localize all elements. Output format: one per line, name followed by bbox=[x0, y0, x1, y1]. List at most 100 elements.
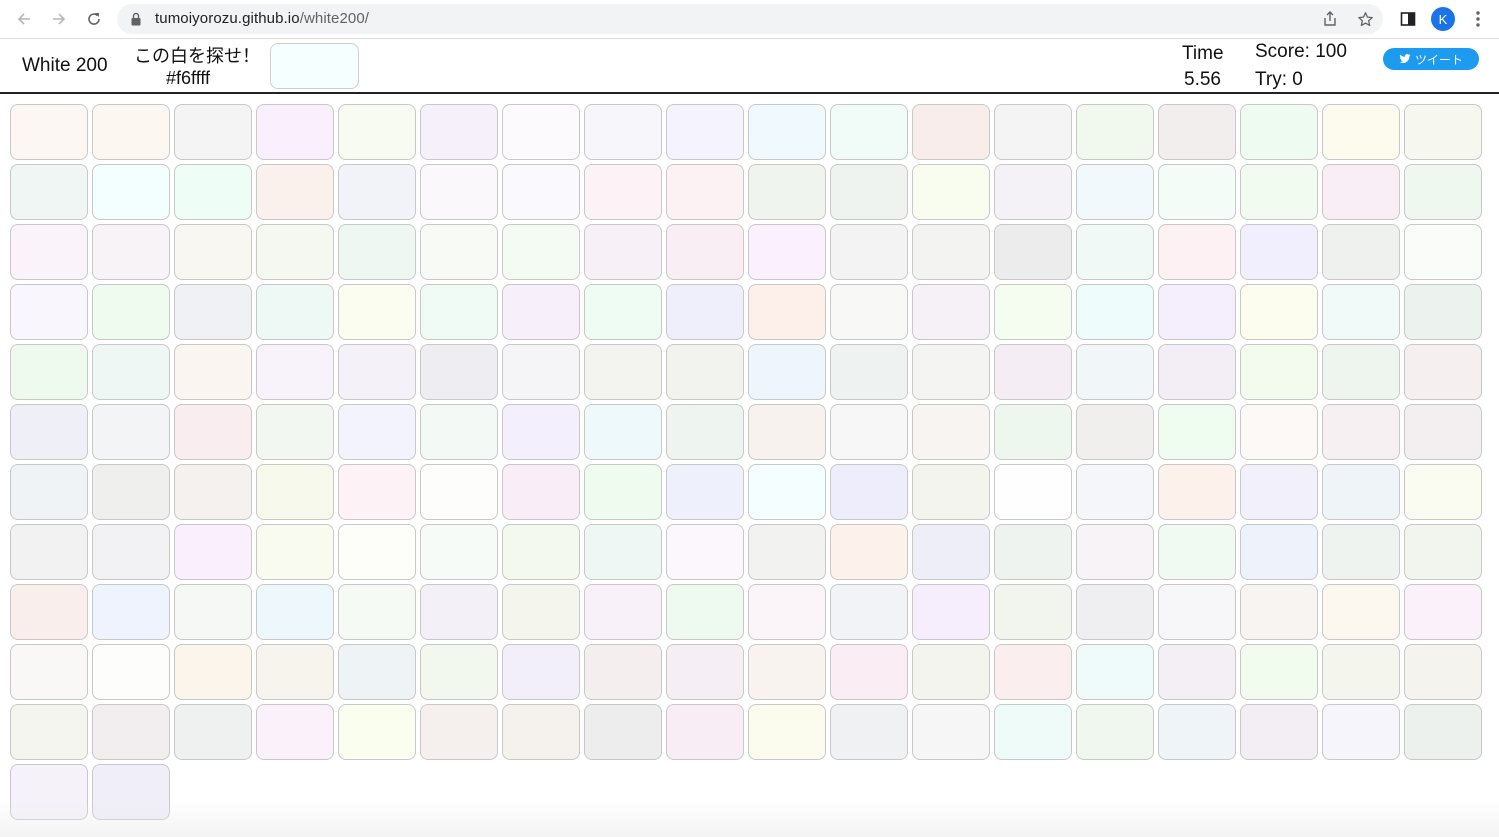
color-cell[interactable] bbox=[338, 584, 416, 640]
color-cell[interactable] bbox=[666, 584, 744, 640]
color-cell[interactable] bbox=[256, 644, 334, 700]
color-cell[interactable] bbox=[420, 464, 498, 520]
color-cell[interactable] bbox=[92, 284, 170, 340]
color-cell[interactable] bbox=[1158, 404, 1236, 460]
color-cell[interactable] bbox=[420, 584, 498, 640]
color-cell[interactable] bbox=[10, 764, 88, 820]
color-cell[interactable] bbox=[92, 524, 170, 580]
color-cell[interactable] bbox=[1404, 224, 1482, 280]
color-cell[interactable] bbox=[92, 164, 170, 220]
color-cell[interactable] bbox=[1240, 164, 1318, 220]
color-cell[interactable] bbox=[748, 404, 826, 460]
color-cell[interactable] bbox=[1240, 224, 1318, 280]
color-cell[interactable] bbox=[92, 404, 170, 460]
color-cell[interactable] bbox=[994, 104, 1072, 160]
color-cell[interactable] bbox=[1404, 404, 1482, 460]
color-cell[interactable] bbox=[748, 524, 826, 580]
color-cell[interactable] bbox=[830, 464, 908, 520]
color-cell[interactable] bbox=[1076, 644, 1154, 700]
color-cell[interactable] bbox=[666, 104, 744, 160]
color-cell[interactable] bbox=[748, 464, 826, 520]
color-cell[interactable] bbox=[1240, 644, 1318, 700]
color-cell[interactable] bbox=[10, 404, 88, 460]
color-cell[interactable] bbox=[10, 464, 88, 520]
color-cell[interactable] bbox=[174, 704, 252, 760]
color-cell[interactable] bbox=[92, 464, 170, 520]
color-cell[interactable] bbox=[748, 224, 826, 280]
color-cell[interactable] bbox=[1240, 344, 1318, 400]
color-cell[interactable] bbox=[10, 164, 88, 220]
color-cell[interactable] bbox=[502, 704, 580, 760]
color-cell[interactable] bbox=[1076, 524, 1154, 580]
color-cell[interactable] bbox=[502, 224, 580, 280]
color-cell[interactable] bbox=[256, 704, 334, 760]
color-cell[interactable] bbox=[994, 164, 1072, 220]
color-cell[interactable] bbox=[1240, 404, 1318, 460]
color-cell[interactable] bbox=[1322, 404, 1400, 460]
color-cell[interactable] bbox=[748, 104, 826, 160]
color-cell[interactable] bbox=[92, 104, 170, 160]
color-cell[interactable] bbox=[1404, 164, 1482, 220]
color-cell[interactable] bbox=[174, 524, 252, 580]
back-arrow-icon[interactable] bbox=[9, 4, 39, 34]
color-cell[interactable] bbox=[10, 284, 88, 340]
color-cell[interactable] bbox=[666, 344, 744, 400]
color-cell[interactable] bbox=[502, 584, 580, 640]
color-cell[interactable] bbox=[1322, 284, 1400, 340]
color-cell[interactable] bbox=[420, 704, 498, 760]
color-cell[interactable] bbox=[256, 584, 334, 640]
color-cell[interactable] bbox=[1158, 704, 1236, 760]
color-cell[interactable] bbox=[420, 404, 498, 460]
color-cell[interactable] bbox=[1076, 704, 1154, 760]
color-cell[interactable] bbox=[584, 344, 662, 400]
address-bar[interactable]: tumoiyorozu.github.io/white200/ bbox=[117, 4, 1383, 34]
color-cell[interactable] bbox=[10, 524, 88, 580]
color-cell[interactable] bbox=[92, 224, 170, 280]
color-cell[interactable] bbox=[1158, 104, 1236, 160]
color-cell[interactable] bbox=[994, 284, 1072, 340]
color-cell[interactable] bbox=[666, 404, 744, 460]
color-cell[interactable] bbox=[748, 704, 826, 760]
color-cell[interactable] bbox=[174, 404, 252, 460]
color-cell[interactable] bbox=[420, 344, 498, 400]
color-cell[interactable] bbox=[666, 164, 744, 220]
side-panel-icon[interactable] bbox=[1393, 4, 1423, 34]
color-cell[interactable] bbox=[338, 644, 416, 700]
color-cell[interactable] bbox=[1404, 464, 1482, 520]
color-cell[interactable] bbox=[830, 644, 908, 700]
color-cell[interactable] bbox=[1240, 584, 1318, 640]
color-cell[interactable] bbox=[502, 524, 580, 580]
color-cell[interactable] bbox=[10, 704, 88, 760]
color-cell[interactable] bbox=[1404, 704, 1482, 760]
bookmark-star-icon[interactable] bbox=[1354, 8, 1376, 30]
color-cell[interactable] bbox=[666, 704, 744, 760]
color-cell[interactable] bbox=[502, 344, 580, 400]
color-cell[interactable] bbox=[502, 644, 580, 700]
color-cell[interactable] bbox=[666, 524, 744, 580]
color-cell[interactable] bbox=[830, 404, 908, 460]
color-cell[interactable] bbox=[1158, 344, 1236, 400]
color-cell[interactable] bbox=[420, 224, 498, 280]
color-cell[interactable] bbox=[912, 284, 990, 340]
color-cell[interactable] bbox=[584, 104, 662, 160]
color-cell[interactable] bbox=[1158, 644, 1236, 700]
color-cell[interactable] bbox=[256, 104, 334, 160]
color-cell[interactable] bbox=[912, 644, 990, 700]
color-cell[interactable] bbox=[1322, 644, 1400, 700]
color-cell[interactable] bbox=[1076, 104, 1154, 160]
color-cell[interactable] bbox=[830, 164, 908, 220]
color-cell[interactable] bbox=[338, 224, 416, 280]
color-cell[interactable] bbox=[1240, 704, 1318, 760]
color-cell[interactable] bbox=[1240, 524, 1318, 580]
color-cell[interactable] bbox=[10, 644, 88, 700]
color-cell[interactable] bbox=[912, 524, 990, 580]
color-cell[interactable] bbox=[174, 464, 252, 520]
color-cell[interactable] bbox=[1404, 284, 1482, 340]
color-cell[interactable] bbox=[912, 224, 990, 280]
color-cell[interactable] bbox=[584, 584, 662, 640]
color-cell[interactable] bbox=[1404, 524, 1482, 580]
color-cell[interactable] bbox=[912, 344, 990, 400]
forward-arrow-icon[interactable] bbox=[44, 4, 74, 34]
color-cell[interactable] bbox=[1076, 164, 1154, 220]
color-cell[interactable] bbox=[748, 164, 826, 220]
